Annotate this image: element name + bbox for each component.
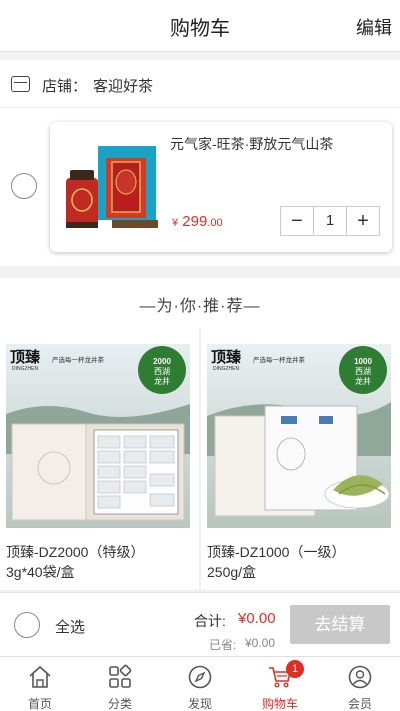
checkout-button[interactable]: 去结算: [290, 605, 390, 644]
checkout-bar: 全选 合计: ¥0.00 已省: ¥0.00 去结算: [0, 592, 400, 656]
product-title[interactable]: 顶臻-DZ1000（一级）: [207, 542, 345, 562]
price-decimal: .00: [207, 217, 223, 229]
product-thumbnail: [66, 146, 158, 228]
svg-text:西湖: 西湖: [154, 367, 170, 376]
shop-label: 店铺：: [42, 78, 88, 95]
page-title: 购物车: [170, 18, 230, 40]
select-all-checkbox[interactable]: [14, 612, 40, 638]
product-image: 顶臻 DINGZHEN 严选每一杯龙井茶 2000 西湖 龙井: [6, 344, 190, 528]
user-icon: [348, 665, 372, 689]
item-select-checkbox[interactable]: [11, 173, 37, 199]
svg-text:龙井: 龙井: [154, 376, 170, 386]
tab-label: 购物车: [261, 697, 298, 711]
svg-text:西湖: 西湖: [355, 367, 371, 376]
product-spec: 250g/盒: [207, 564, 257, 580]
quantity-input[interactable]: 1: [313, 207, 347, 235]
tab-category[interactable]: 分类: [80, 657, 160, 711]
saved-label: 已省:: [209, 638, 237, 652]
tab-cart[interactable]: 1 购物车: [240, 657, 320, 711]
svg-text:1000: 1000: [354, 357, 372, 366]
tab-discover[interactable]: 发现: [160, 657, 240, 711]
product-image: 顶臻 DINGZHEN 严选每一杯龙井茶 1000 西湖 龙井: [207, 344, 391, 528]
recommended-product[interactable]: 顶臻 DINGZHEN 严选每一杯龙井茶 1000 西湖 龙井 顶臻-DZ100…: [201, 328, 400, 590]
edit-button[interactable]: 编辑: [356, 14, 392, 40]
recommend-header: —为·你·推·荐—: [0, 278, 400, 328]
product-price: ¥ 299.00: [172, 213, 223, 230]
tab-member[interactable]: 会员: [320, 657, 400, 711]
select-all-label[interactable]: 全选: [55, 616, 85, 637]
category-icon: [109, 664, 132, 688]
home-icon: [29, 665, 51, 688]
shop-name[interactable]: 客迎好茶: [93, 75, 153, 96]
svg-text:DINGZHEN: DINGZHEN: [213, 366, 240, 372]
price-integer: 299: [182, 213, 208, 230]
total-amount: ¥0.00: [238, 610, 276, 627]
currency-symbol: ¥: [172, 217, 179, 229]
svg-text:龙井: 龙井: [355, 376, 371, 386]
brand-logo-text: 顶臻: [211, 348, 242, 366]
cart-count-badge: 1: [286, 660, 304, 678]
increase-button[interactable]: +: [347, 207, 379, 235]
store-icon: [11, 76, 30, 92]
product-name[interactable]: 元气家-旺茶·野放元气山茶: [170, 134, 333, 154]
product-title[interactable]: 顶臻-DZ2000（特级）: [6, 542, 144, 562]
svg-text:严选每一杯龙井茶: 严选每一杯龙井茶: [253, 355, 306, 364]
shop-row[interactable]: 店铺： 客迎好茶: [0, 60, 400, 108]
saved-amount: ¥0.00: [245, 636, 276, 650]
svg-text:严选每一杯龙井茶: 严选每一杯龙井茶: [52, 355, 105, 364]
recommend-title: —为·你·推·荐—: [139, 298, 261, 315]
tab-label: 发现: [187, 697, 212, 711]
recommended-products: 顶臻 DINGZHEN 严选每一杯龙井茶 2000 西湖 龙井 顶臻-DZ200…: [0, 328, 400, 590]
decrease-button[interactable]: −: [281, 207, 313, 235]
tab-label: 会员: [347, 697, 372, 711]
tab-label: 首页: [27, 697, 52, 711]
cart-item: 元气家-旺茶·野放元气山茶 ¥ 299.00 − 1 +: [0, 108, 400, 266]
brand-logo-text: 顶臻: [10, 348, 41, 366]
bottom-tab-bar: 首页 分类 发现 1 购物车 会员: [0, 656, 400, 711]
svg-text:DINGZHEN: DINGZHEN: [12, 366, 39, 372]
compass-icon: [188, 665, 212, 689]
recommended-product[interactable]: 顶臻 DINGZHEN 严选每一杯龙井茶 2000 西湖 龙井 顶臻-DZ200…: [0, 328, 199, 590]
tab-home[interactable]: 首页: [0, 657, 80, 711]
product-card[interactable]: 元气家-旺茶·野放元气山茶 ¥ 299.00 − 1 +: [50, 122, 392, 252]
quantity-stepper: − 1 +: [280, 206, 380, 236]
tab-label: 分类: [107, 697, 132, 711]
svg-text:2000: 2000: [153, 357, 171, 366]
top-nav-bar: 购物车 编辑: [0, 0, 400, 52]
product-spec: 3g*40袋/盒: [6, 564, 75, 580]
total-label: 合计:: [194, 613, 226, 629]
